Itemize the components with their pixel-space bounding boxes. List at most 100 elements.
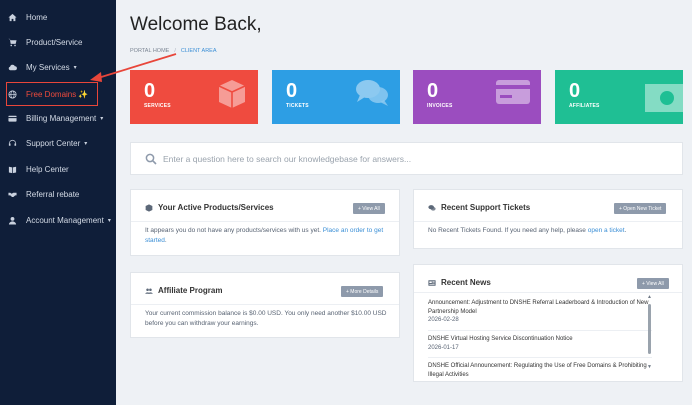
cloud-icon: [7, 62, 17, 72]
user-icon: [7, 215, 17, 225]
view-all-products-button[interactable]: + View All: [353, 203, 385, 214]
sidebar-item-support-center[interactable]: Support Center ▾: [0, 132, 116, 154]
users-icon: [145, 287, 153, 295]
news-title: Announcement: Adjustment to DNSHE Referr…: [428, 300, 649, 315]
news-title: DNSHE Virtual Hosting Service Discontinu…: [428, 336, 573, 342]
main-content: Welcome Back, PORTAL HOME / CLIENT AREA 0 …: [116, 0, 692, 405]
panel-title: Recent News: [428, 278, 491, 287]
sidebar-item-referral-rebate[interactable]: Referral rebate: [0, 183, 116, 205]
panel-title-text: Recent Support Tickets: [441, 203, 531, 212]
search-icon: [145, 153, 157, 165]
stat-card-services[interactable]: 0 SERVICES: [130, 70, 258, 124]
handshake-icon: [7, 189, 17, 199]
view-all-news-button[interactable]: + View All: [637, 278, 669, 289]
news-title: DNSHE Official Announcement: Regulating …: [428, 363, 647, 378]
sidebar-item-home[interactable]: Home: [0, 6, 116, 28]
scroll-thumb[interactable]: [648, 304, 651, 354]
news-panel: Recent News + View All Announcement: Adj…: [413, 264, 683, 382]
sidebar: Home Product/Service My Services ▾ Free …: [0, 0, 116, 405]
breadcrumb: PORTAL HOME / CLIENT AREA: [130, 48, 217, 54]
panel-body: No Recent Tickets Found. If you need any…: [428, 226, 678, 236]
divider: [414, 292, 682, 293]
sidebar-item-help-center[interactable]: Help Center: [0, 158, 116, 180]
sidebar-item-label: Home: [26, 12, 48, 22]
stat-value: 0: [427, 80, 439, 102]
panel-title-text: Affiliate Program: [158, 286, 223, 295]
sidebar-item-label: Account Management: [26, 215, 104, 225]
divider: [428, 357, 652, 358]
panel-title: Affiliate Program: [145, 286, 222, 295]
sidebar-item-label: Billing Management: [26, 113, 97, 123]
affiliate-panel: Affiliate Program + More Details Your cu…: [130, 272, 400, 338]
stat-value: 0: [144, 80, 156, 102]
stat-card-invoices[interactable]: 0 INVOICES: [413, 70, 541, 124]
products-panel: Your Active Products/Services + View All…: [130, 189, 400, 256]
sidebar-item-billing-management[interactable]: Billing Management ▾: [0, 107, 116, 129]
panel-title: Your Active Products/Services: [145, 203, 274, 212]
sidebar-item-label: Product/Service: [26, 37, 83, 47]
money-icon: [645, 84, 683, 112]
home-icon: [7, 12, 17, 22]
open-new-ticket-button[interactable]: + Open New Ticket: [614, 203, 667, 214]
tickets-panel: Recent Support Tickets + Open New Ticket…: [413, 189, 683, 249]
sidebar-item-my-services[interactable]: My Services ▾: [0, 56, 116, 78]
panel-title: Recent Support Tickets: [428, 203, 530, 212]
comments-icon: [428, 204, 436, 212]
breadcrumb-separator: /: [174, 48, 176, 54]
stat-card-tickets[interactable]: 0 TICKETS: [272, 70, 400, 124]
news-item[interactable]: DNSHE Virtual Hosting Service Discontinu…: [428, 335, 652, 352]
open-ticket-link[interactable]: open a ticket: [588, 227, 625, 234]
divider: [131, 221, 399, 222]
page-title: Welcome Back,: [130, 14, 262, 35]
chevron-down-icon: ▾: [107, 217, 111, 224]
page-header: Welcome Back, PORTAL HOME / CLIENT AREA: [116, 0, 692, 62]
more-details-button[interactable]: + More Details: [341, 286, 384, 297]
panel-text: It appears you do not have any products/…: [145, 227, 321, 234]
stat-value: 0: [286, 80, 298, 102]
panel-body: It appears you do not have any products/…: [145, 226, 387, 246]
divider: [428, 330, 652, 331]
credit-card-icon: [7, 113, 17, 123]
sidebar-item-label: My Services: [26, 62, 70, 72]
newspaper-icon: [428, 279, 436, 287]
sidebar-item-label: Support Center: [26, 138, 81, 148]
book-icon: [7, 164, 17, 174]
news-list: Announcement: Adjustment to DNSHE Referr…: [428, 299, 652, 381]
stat-card-affiliates[interactable]: 0 AFFILIATES: [555, 70, 683, 124]
support-icon: [7, 138, 17, 148]
chevron-down-icon: ▾: [100, 115, 104, 122]
highlight-annotation: [6, 82, 98, 106]
stat-label: SERVICES: [144, 103, 171, 109]
cart-icon: [7, 37, 17, 47]
stat-label: TICKETS: [286, 103, 309, 109]
panel-title-text: Recent News: [441, 278, 491, 287]
chevron-down-icon: ▾: [84, 140, 88, 147]
search-input[interactable]: [163, 153, 643, 164]
panel-text: No Recent Tickets Found. If you need any…: [428, 227, 586, 234]
knowledgebase-search[interactable]: [130, 142, 683, 175]
credit-card-icon: [496, 80, 530, 104]
stat-label: INVOICES: [427, 103, 453, 109]
stat-value: 0: [569, 80, 581, 102]
panel-text-end: .: [624, 227, 627, 234]
sidebar-item-account-management[interactable]: Account Management ▾: [0, 209, 116, 231]
panel-body: Your current commission balance is $0.00…: [145, 310, 387, 327]
chat-icon: [356, 80, 388, 106]
divider: [414, 221, 682, 222]
chevron-down-icon: ▾: [73, 64, 77, 71]
cube-icon: [218, 80, 246, 108]
cube-icon: [145, 203, 153, 212]
divider: [131, 304, 399, 305]
scroll-up-icon[interactable]: ▲: [647, 294, 652, 300]
breadcrumb-current[interactable]: CLIENT AREA: [181, 48, 217, 54]
scroll-down-icon[interactable]: ▼: [647, 364, 652, 370]
sidebar-item-product-service[interactable]: Product/Service: [0, 31, 116, 53]
news-date: 2026-01-17: [428, 344, 459, 351]
news-scrollbar[interactable]: ▲ ▼: [647, 294, 652, 372]
news-item[interactable]: Announcement: Adjustment to DNSHE Referr…: [428, 299, 652, 325]
breadcrumb-home[interactable]: PORTAL HOME: [130, 48, 169, 54]
sidebar-item-label: Referral rebate: [26, 189, 80, 199]
news-date: 2026-02-28: [428, 317, 459, 323]
stat-label: AFFILIATES: [569, 103, 600, 109]
news-item[interactable]: DNSHE Official Announcement: Regulating …: [428, 362, 652, 379]
